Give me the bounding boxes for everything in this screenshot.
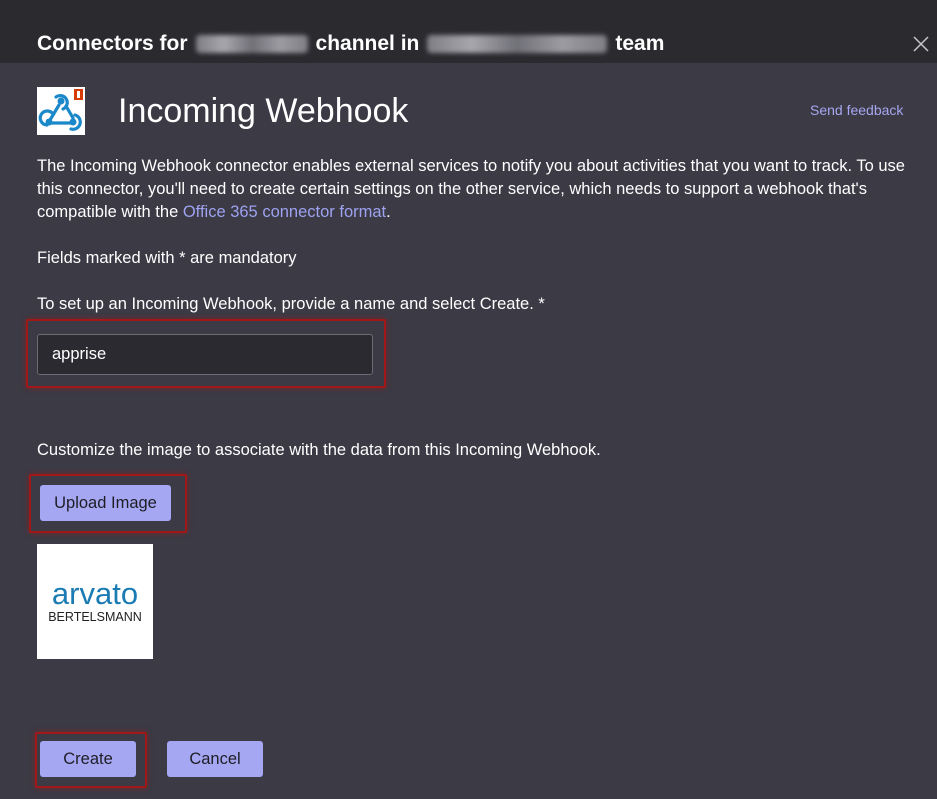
incoming-webhook-icon: [37, 87, 85, 135]
close-button[interactable]: [911, 34, 931, 54]
image-section-label: Customize the image to associate with th…: [37, 441, 601, 459]
upload-image-button[interactable]: Upload Image: [40, 485, 171, 521]
webhook-name-input[interactable]: [37, 334, 373, 375]
connector-title: Incoming Webhook: [118, 92, 409, 130]
create-button[interactable]: Create: [40, 741, 136, 777]
title-prefix: Connectors for: [37, 32, 188, 55]
cancel-button[interactable]: Cancel: [167, 741, 263, 777]
description-end: .: [386, 203, 391, 221]
office365-format-link[interactable]: Office 365 connector format: [183, 203, 386, 221]
preview-logo-sub: BERTELSMANN: [48, 610, 142, 624]
preview-logo-main: arvato: [52, 576, 138, 611]
title-middle: channel in: [315, 32, 420, 55]
send-feedback-link[interactable]: Send feedback: [810, 102, 903, 118]
image-preview: arvato BERTELSMANN: [37, 544, 153, 659]
connector-description: The Incoming Webhook connector enables e…: [37, 155, 907, 224]
channel-name-redacted: [195, 35, 308, 53]
dialog-title: Connectors for channel in team: [37, 32, 664, 56]
dialog-header: Connectors for channel in team: [0, 0, 937, 63]
name-field-label: To set up an Incoming Webhook, provide a…: [37, 295, 545, 313]
description-text: The Incoming Webhook connector enables e…: [37, 157, 905, 221]
close-icon: [913, 36, 929, 52]
title-suffix: team: [615, 32, 665, 55]
mandatory-note: Fields marked with * are mandatory: [37, 249, 297, 267]
team-name-redacted: [427, 35, 608, 53]
